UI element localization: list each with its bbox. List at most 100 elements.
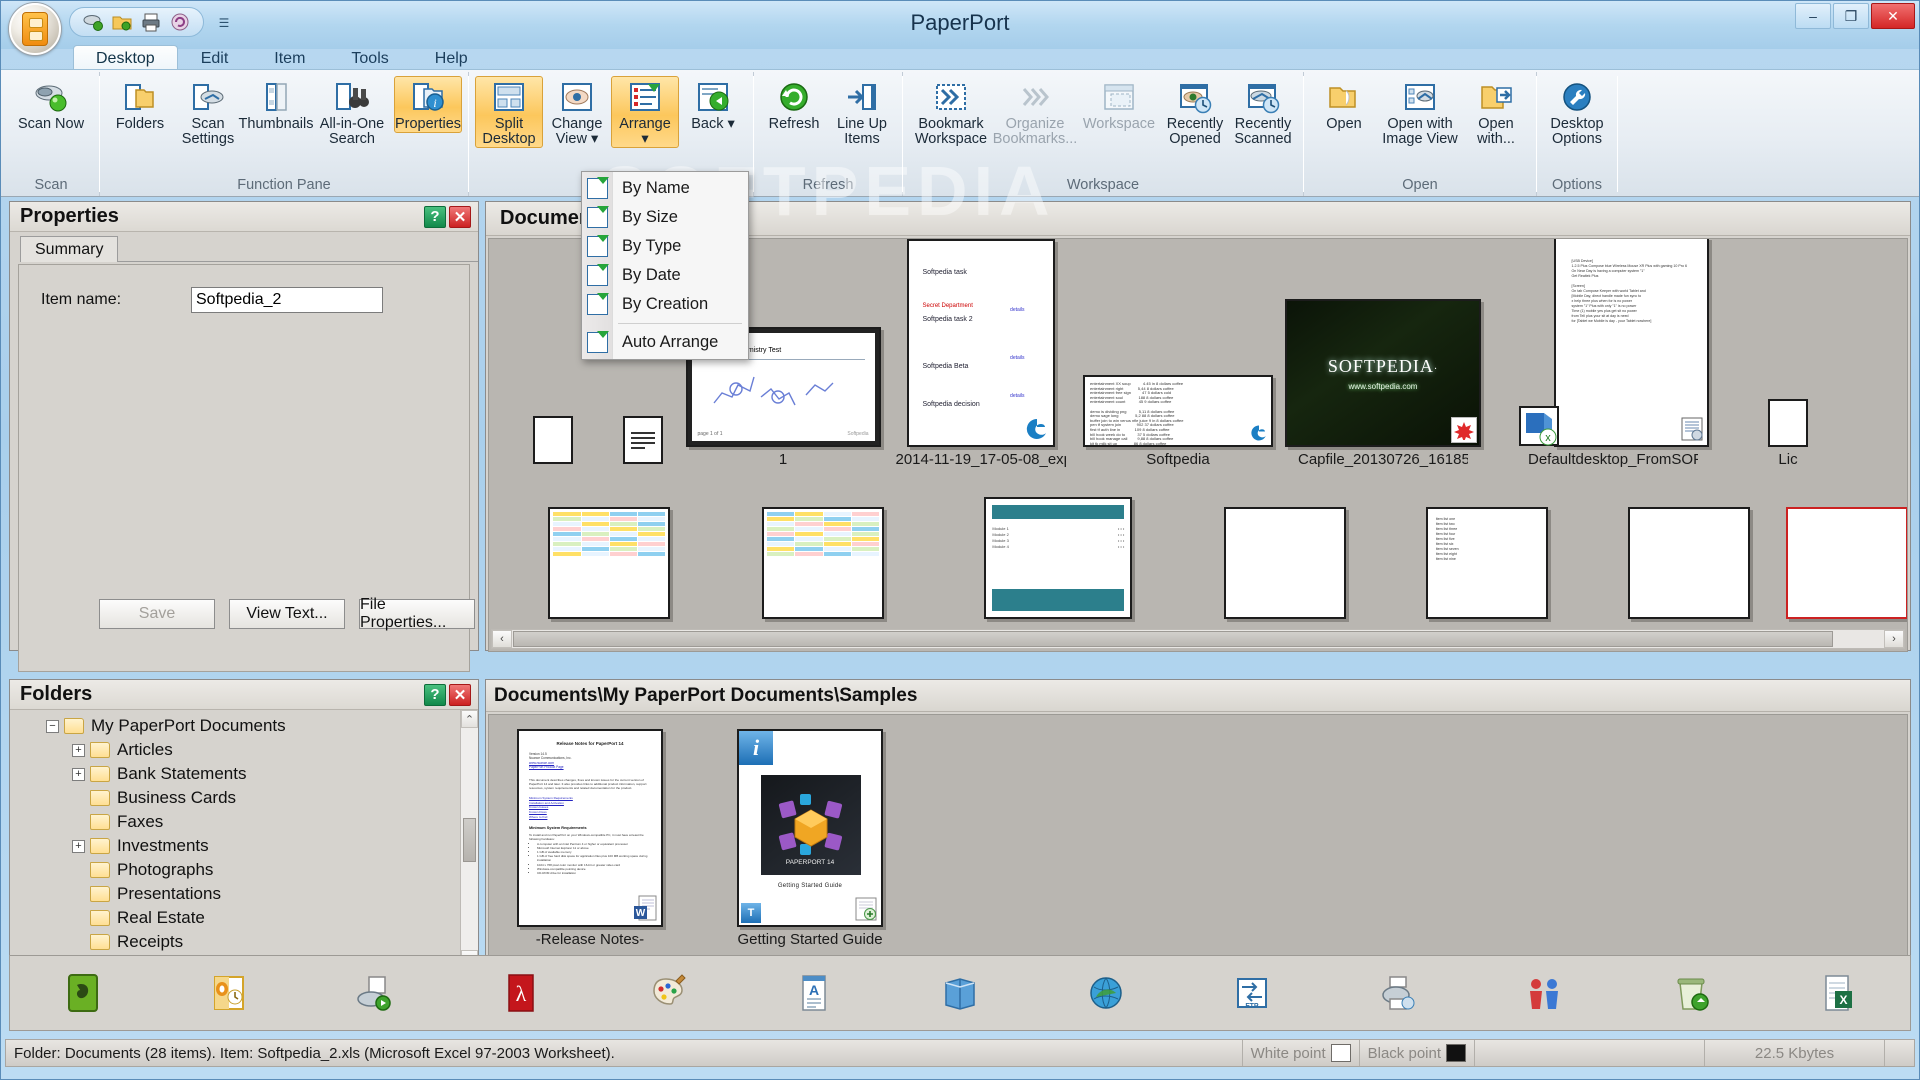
- tab-desktop[interactable]: Desktop: [73, 45, 178, 71]
- recently-opened-button[interactable]: Recently Opened: [1161, 76, 1229, 148]
- tree-item-photographs[interactable]: Photographs: [24, 858, 478, 882]
- tree-item-business-cards[interactable]: Business Cards: [24, 786, 478, 810]
- expander-icon[interactable]: +: [72, 744, 85, 757]
- thumb-defaultdesktop[interactable]: x [USB Device] 1.2.5 Plus Compose blue W…: [1488, 238, 1738, 468]
- tree-item-bank-statements[interactable]: + Bank Statements: [24, 762, 478, 786]
- arrange-dropdown-menu[interactable]: By Name By Size By Type By Date By Creat…: [581, 171, 749, 360]
- back-button[interactable]: Back ▾: [679, 76, 747, 133]
- refresh-button[interactable]: Refresh: [760, 76, 828, 133]
- thumbnails-button[interactable]: Thumbnails: [242, 76, 310, 133]
- open-with-button[interactable]: Open with...: [1462, 76, 1530, 148]
- open-with-image-view-button[interactable]: Open with Image View: [1378, 76, 1462, 148]
- organize-bookmarks-button[interactable]: Organize Bookmarks...: [993, 76, 1077, 148]
- samples-thumbnail-area[interactable]: Release Notes for PaperPort 14 Version 1…: [488, 714, 1908, 970]
- scroll-left-icon[interactable]: ‹: [492, 630, 512, 648]
- menu-item-by-type[interactable]: By Type: [582, 232, 748, 261]
- ftp-icon[interactable]: FTP: [1223, 964, 1281, 1022]
- thumb-blank-page[interactable]: [503, 416, 603, 468]
- contacts-icon[interactable]: [1515, 964, 1573, 1022]
- workspace-button[interactable]: Workspace: [1077, 76, 1161, 133]
- menu-item-by-name[interactable]: By Name: [582, 174, 748, 203]
- all-in-one-search-button[interactable]: All-in-One Search: [310, 76, 394, 148]
- thumb-teal-report[interactable]: Module 1• • • Module 2• • • Module 3• • …: [930, 497, 1186, 623]
- change-view-button[interactable]: Change View ▾: [543, 76, 611, 148]
- outlook-icon[interactable]: [200, 964, 258, 1022]
- tree-item-my-paperport-documents[interactable]: − My PaperPort Documents: [24, 714, 478, 738]
- scroll-right-icon[interactable]: ›: [1884, 630, 1904, 648]
- close-icon[interactable]: ✕: [449, 684, 471, 706]
- evernote-icon[interactable]: [54, 964, 112, 1022]
- white-point-cell[interactable]: White point: [1242, 1040, 1359, 1066]
- scrollbar-thumb[interactable]: [513, 631, 1833, 647]
- bookmark-workspace-button[interactable]: Bookmark Workspace: [909, 76, 993, 148]
- paint-icon[interactable]: [639, 964, 697, 1022]
- black-point-swatch[interactable]: [1446, 1044, 1466, 1062]
- arrange-button[interactable]: Arrange ▾: [611, 76, 679, 148]
- tab-help[interactable]: Help: [412, 45, 491, 71]
- close-button[interactable]: ✕: [1871, 3, 1915, 29]
- help-icon[interactable]: ?: [424, 684, 446, 706]
- scan-settings-button[interactable]: Scan Settings: [174, 76, 242, 148]
- menu-item-auto-arrange[interactable]: Auto Arrange: [582, 328, 748, 357]
- menu-item-by-date[interactable]: By Date: [582, 261, 748, 290]
- menu-item-by-creation[interactable]: By Creation: [582, 290, 748, 319]
- save-button[interactable]: Save: [99, 599, 215, 629]
- thumb-spreadsheet-2[interactable]: [716, 497, 931, 623]
- minimize-button[interactable]: –: [1795, 3, 1831, 29]
- thumb-blank-doc-1[interactable]: [1186, 497, 1383, 623]
- tree-item-faxes[interactable]: Faxes: [24, 810, 478, 834]
- tab-item[interactable]: Item: [251, 45, 328, 71]
- expander-icon[interactable]: −: [46, 720, 59, 733]
- line-up-items-button[interactable]: Line Up Items: [828, 76, 896, 148]
- scroll-up-icon[interactable]: ⌃: [461, 710, 478, 728]
- item-name-input[interactable]: [191, 287, 383, 313]
- notes-icon[interactable]: [931, 964, 989, 1022]
- documents-horizontal-scrollbar[interactable]: ‹ ›: [491, 629, 1905, 649]
- help-icon[interactable]: ?: [424, 206, 446, 228]
- thumb-blank-doc-2[interactable]: [1590, 497, 1787, 623]
- scrollbar-thumb[interactable]: [463, 818, 476, 862]
- properties-button[interactable]: i Properties: [394, 76, 462, 133]
- fax-icon[interactable]: [346, 964, 404, 1022]
- folders-button[interactable]: Folders: [106, 76, 174, 133]
- recently-scanned-button[interactable]: Recently Scanned: [1229, 76, 1297, 148]
- desktop-options-button[interactable]: Desktop Options: [1543, 76, 1611, 148]
- folders-scrollbar[interactable]: ⌃ ⌄: [460, 710, 478, 968]
- maximize-button[interactable]: ❐: [1833, 3, 1869, 29]
- recycle-icon[interactable]: [1662, 964, 1720, 1022]
- thumb-softpedia-sheet[interactable]: entertainment XX soup 4.45 in 8 dollars …: [1078, 375, 1278, 468]
- acrobat-icon[interactable]: λ: [492, 964, 550, 1022]
- tree-item-presentations[interactable]: Presentations: [24, 882, 478, 906]
- thumb-capfile[interactable]: SOFTPEDIA· www.softpedia.com Capfile_201…: [1278, 299, 1488, 468]
- tab-summary[interactable]: Summary: [20, 236, 118, 262]
- expander-icon[interactable]: +: [72, 768, 85, 781]
- tab-tools[interactable]: Tools: [328, 45, 411, 71]
- file-properties-button[interactable]: File Properties...: [359, 599, 475, 629]
- expander-icon[interactable]: +: [72, 840, 85, 853]
- tree-item-investments[interactable]: + Investments: [24, 834, 478, 858]
- black-point-cell[interactable]: Black point: [1359, 1040, 1474, 1066]
- thumb-text-doc[interactable]: [603, 416, 683, 468]
- tree-item-real-estate[interactable]: Real Estate: [24, 906, 478, 930]
- white-point-swatch[interactable]: [1331, 1044, 1351, 1062]
- scan-now-button[interactable]: Scan Now: [9, 76, 93, 133]
- wordpad-icon[interactable]: A: [785, 964, 843, 1022]
- thumb-list-doc[interactable]: Item list oneItem list twoItem list thre…: [1383, 497, 1590, 623]
- open-button[interactable]: Open: [1310, 76, 1378, 133]
- tree-item-receipts[interactable]: Receipts: [24, 930, 478, 954]
- excel-icon[interactable]: X: [1808, 964, 1866, 1022]
- thumb-release-notes[interactable]: Release Notes for PaperPort 14 Version 1…: [515, 729, 665, 948]
- thumb-getting-started-guide[interactable]: i: [735, 729, 885, 948]
- menu-item-by-size[interactable]: By Size: [582, 203, 748, 232]
- thumb-red-border-doc[interactable]: [1787, 497, 1907, 623]
- view-text-button[interactable]: View Text...: [229, 599, 345, 629]
- close-icon[interactable]: ✕: [449, 206, 471, 228]
- tree-item-articles[interactable]: + Articles: [24, 738, 478, 762]
- thumb-export-html[interactable]: Softpedia task Secret Department Softped…: [883, 239, 1078, 468]
- web-icon[interactable]: [1077, 964, 1135, 1022]
- thumb-spreadsheet-1[interactable]: [503, 497, 716, 623]
- printer-icon[interactable]: [1369, 964, 1427, 1022]
- thumb-lic[interactable]: Lic: [1738, 399, 1838, 468]
- split-desktop-button[interactable]: Split Desktop: [475, 76, 543, 148]
- tab-edit[interactable]: Edit: [178, 45, 252, 71]
